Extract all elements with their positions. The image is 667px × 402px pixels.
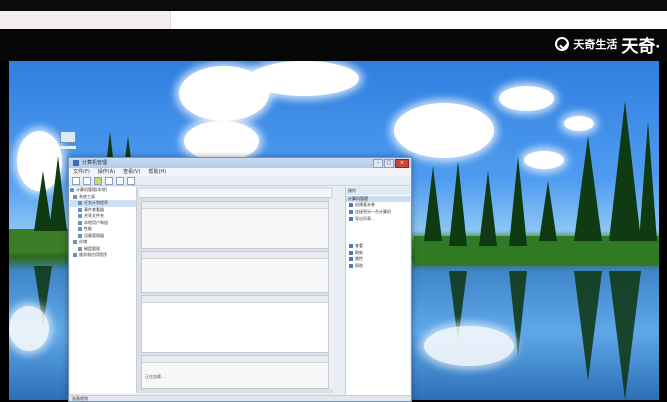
computer-icon[interactable] (60, 131, 78, 149)
tools-icon (73, 194, 77, 199)
console-tree: 计算机管理(本地) 系统工具 任务计划程序 事件查看器 共享文件夹 本地用户和组… (70, 187, 137, 393)
help-icon (349, 264, 353, 269)
tree (424, 166, 442, 241)
cloud (564, 116, 594, 131)
refresh-icon (349, 250, 353, 255)
view-icon (349, 243, 353, 248)
menu-bar: 文件(F) 操作(A) 查看(V) 帮助(H) (69, 168, 411, 176)
storage-icon (73, 240, 77, 245)
services-icon (73, 253, 77, 258)
check-circle-icon (555, 37, 570, 51)
center-header (139, 189, 331, 198)
action-item[interactable]: 刷新 (346, 249, 410, 256)
event-icon (78, 207, 82, 212)
properties-icon[interactable] (116, 176, 124, 185)
tree-reflection (609, 271, 641, 400)
tree (449, 161, 467, 246)
action-item[interactable]: 创建基本卷 (346, 202, 410, 209)
watermark: 天奇生活 天奇· (555, 33, 661, 56)
center-pane: 正在加载... (137, 187, 333, 393)
toolbar (69, 176, 411, 186)
watermark-big-text: 天奇· (621, 36, 661, 56)
details-panel (141, 295, 331, 353)
disk-icon (78, 246, 82, 251)
up-icon[interactable] (94, 176, 102, 185)
back-icon[interactable] (72, 176, 80, 185)
tree (479, 171, 497, 246)
browser-tab[interactable] (170, 11, 667, 29)
app-icon (73, 160, 79, 166)
action-item[interactable]: 属性 (346, 256, 410, 263)
browser-tab-bar (0, 11, 667, 29)
minimize-button[interactable]: – (373, 159, 383, 168)
status-panel (141, 251, 331, 293)
menu-action[interactable]: 操作(A) (98, 168, 115, 176)
computer-icon (70, 188, 74, 193)
cloud (394, 103, 494, 158)
loading-text: 正在加载... (145, 374, 165, 379)
computer-management-window[interactable]: 计算机管理 – □ × 文件(F) 操作(A) 查看(V) 帮助(H) 计算机管… (68, 157, 412, 402)
tree (49, 156, 67, 231)
footer-panel: 正在加载... (141, 355, 331, 389)
maximize-button[interactable]: □ (384, 159, 394, 168)
export-icon (349, 216, 353, 221)
actions-header: 操作 (346, 187, 410, 195)
tree-node[interactable]: 服务和应用程序 (70, 252, 136, 259)
left-bank (9, 229, 69, 253)
properties-icon (349, 257, 353, 262)
tree (574, 136, 602, 241)
action-item[interactable]: 连接到另一台计算机 (346, 209, 410, 216)
cloud (184, 121, 259, 161)
window-title: 计算机管理 (82, 160, 108, 166)
tree (509, 156, 527, 246)
tree (539, 181, 557, 241)
top-band (0, 0, 667, 11)
menu-file[interactable]: 文件(F) (73, 168, 90, 176)
window-titlebar[interactable]: 计算机管理 – □ × (69, 158, 411, 168)
cloud-reflection (424, 326, 514, 366)
action-item[interactable]: 帮助 (346, 263, 410, 270)
action-item[interactable]: 查看 (346, 242, 410, 249)
forward-icon[interactable] (83, 176, 91, 185)
overview-panel (141, 201, 331, 249)
menu-view[interactable]: 查看(V) (123, 168, 140, 176)
cloud (524, 151, 564, 169)
tree (609, 101, 641, 241)
new-icon (349, 203, 353, 208)
cloud (499, 86, 554, 111)
actions-pane: 操作 计算机管理 创建基本卷 连接到另一台计算机 导出列表... 查看 刷新 属… (345, 187, 410, 399)
connect-icon (349, 210, 353, 215)
users-icon (78, 220, 82, 225)
tree (639, 121, 657, 241)
cloud-reflection (9, 306, 49, 351)
menu-help[interactable]: 帮助(H) (148, 168, 166, 176)
close-button[interactable]: × (395, 159, 409, 168)
scrollbar[interactable] (328, 199, 333, 389)
performance-icon (78, 227, 82, 232)
tree-reflection (574, 271, 602, 381)
window-controls: – □ × (373, 159, 409, 168)
help-icon[interactable] (127, 176, 135, 185)
watermark-brand: 天奇生活 (573, 39, 618, 51)
show-hide-tree-icon[interactable] (105, 176, 113, 185)
clock-icon (78, 201, 82, 206)
status-bar: 准备就绪 (69, 395, 411, 401)
folder-icon (78, 214, 82, 219)
action-item[interactable]: 导出列表... (346, 216, 410, 223)
device-icon (78, 233, 82, 238)
cloud (249, 61, 359, 96)
